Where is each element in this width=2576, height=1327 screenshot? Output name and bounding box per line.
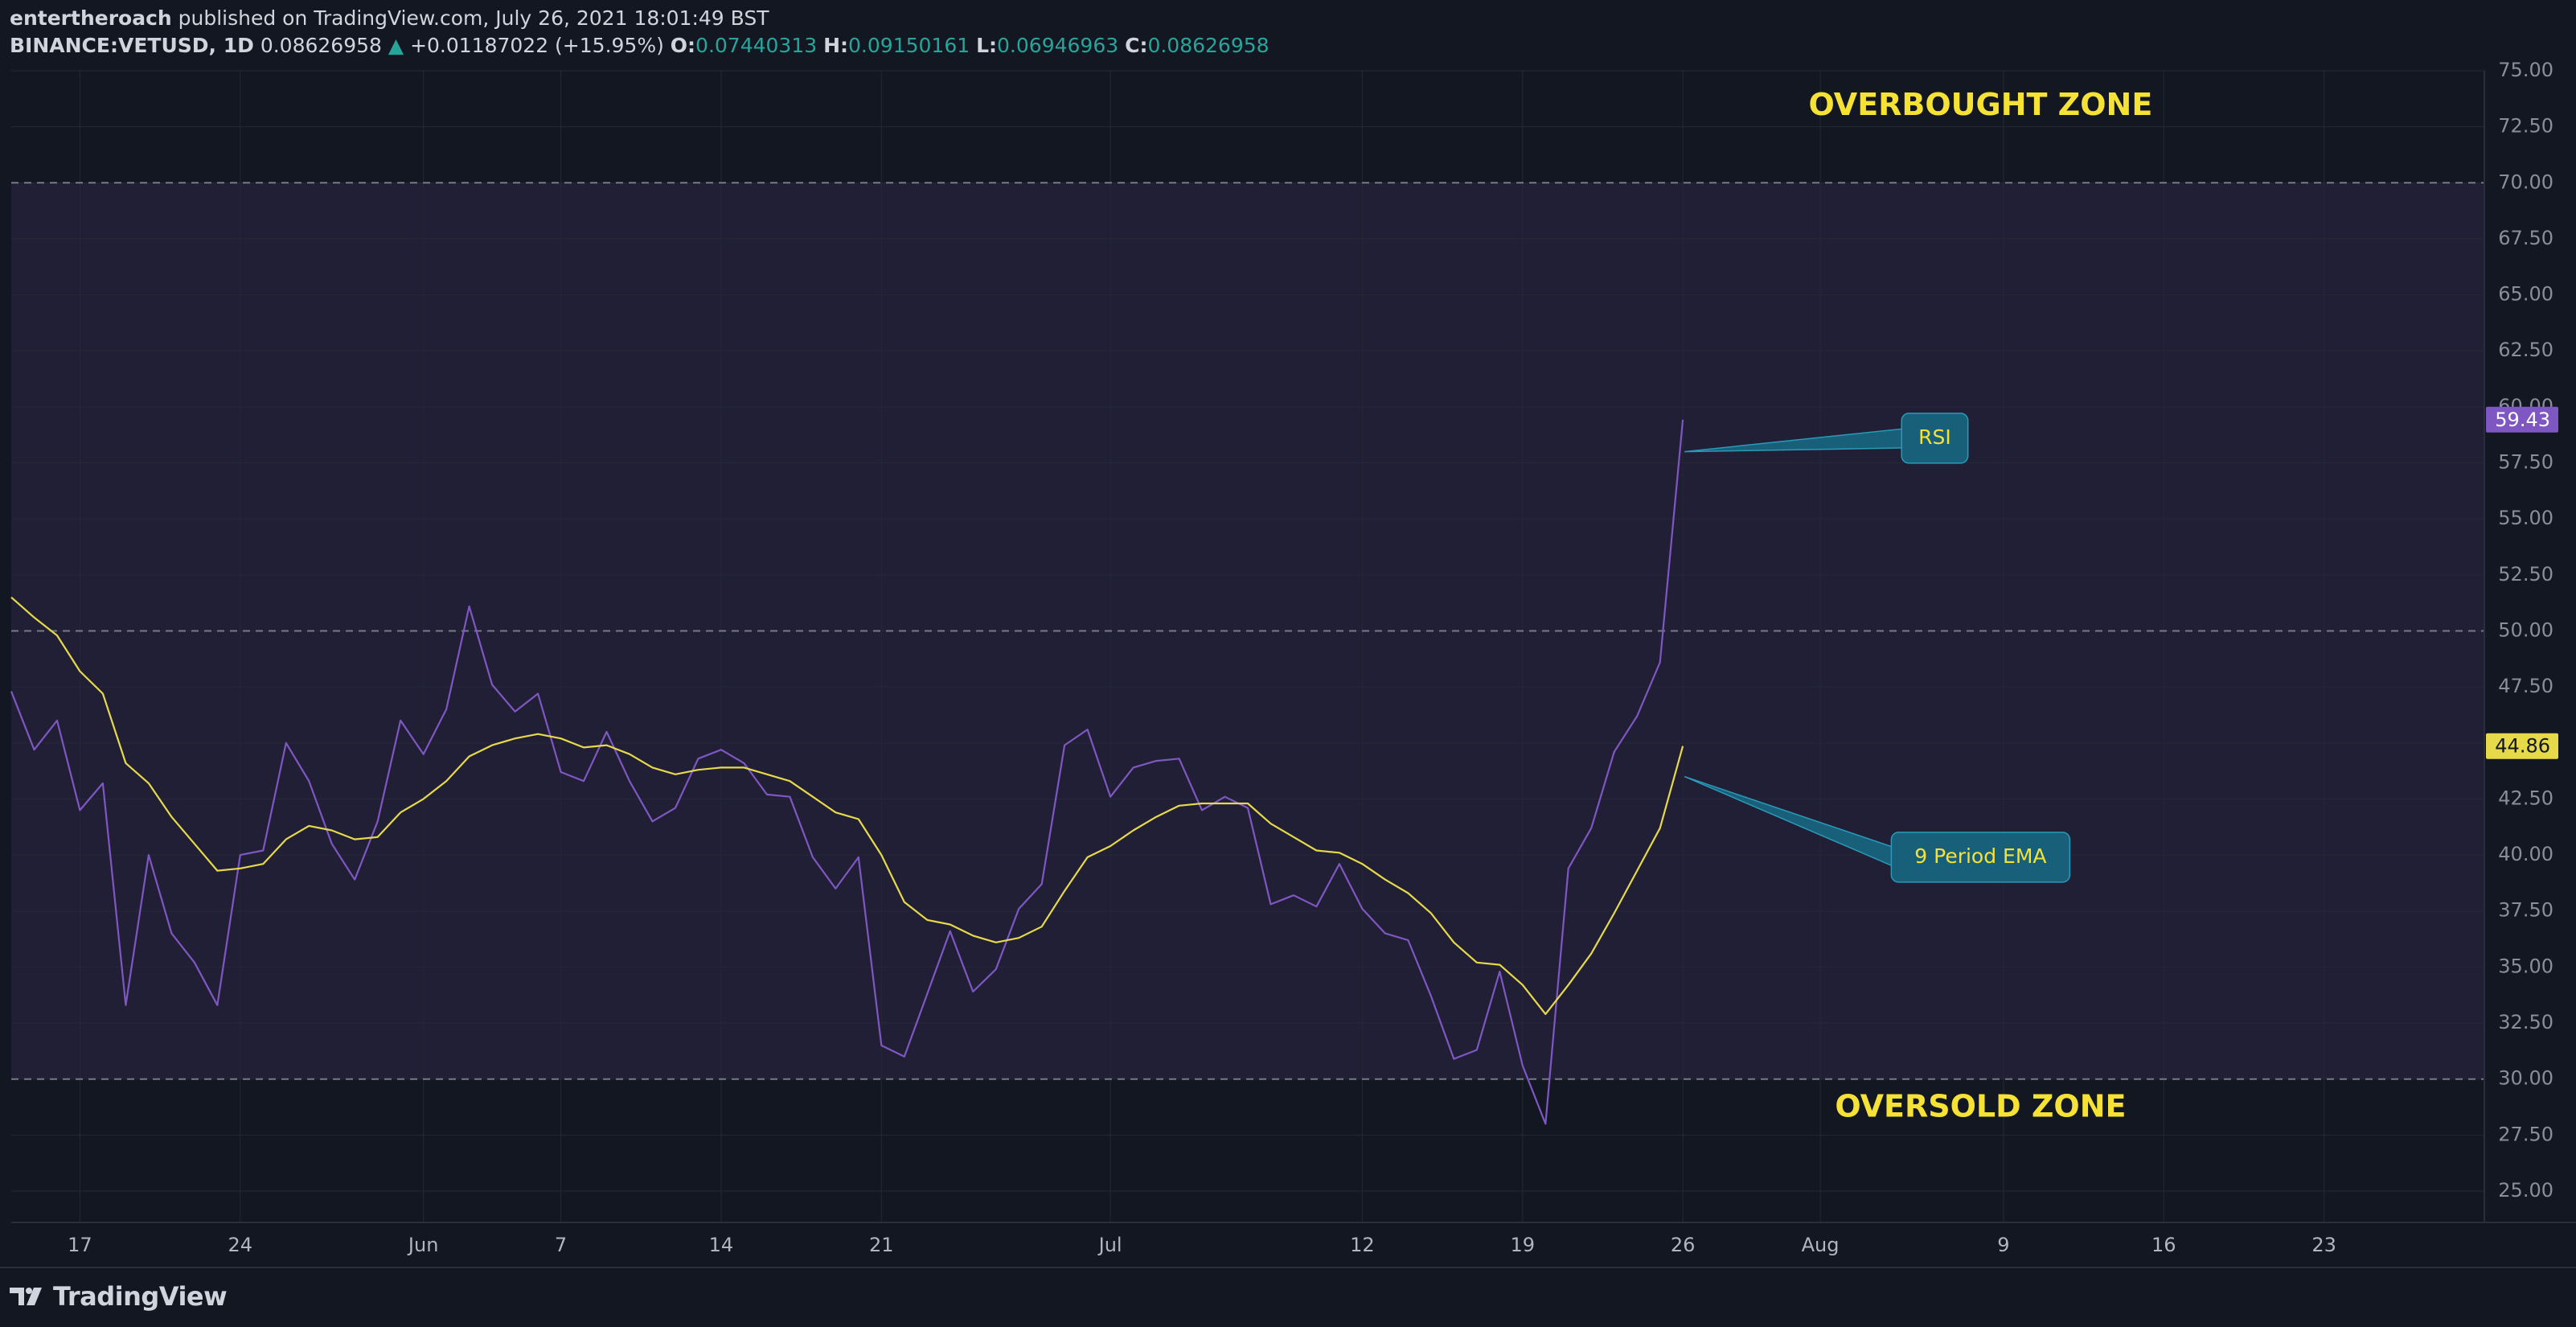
x-tick-label: 21 bbox=[869, 1234, 894, 1256]
y-tick-label: 50.00 bbox=[2498, 618, 2553, 641]
y-tick-label: 32.50 bbox=[2498, 1011, 2553, 1033]
x-tick-label: Jun bbox=[407, 1234, 439, 1256]
x-tick-label: 14 bbox=[709, 1234, 734, 1256]
y-tick-label: 67.50 bbox=[2498, 227, 2553, 249]
x-tick-label: 16 bbox=[2151, 1234, 2176, 1256]
y-tick-label: 35.00 bbox=[2498, 955, 2553, 977]
oversold-zone-label: OVERSOLD ZONE bbox=[1835, 1088, 2126, 1124]
callout-text: 9 Period EMA bbox=[1914, 844, 2046, 868]
y-tick-label: 75.00 bbox=[2498, 59, 2553, 81]
x-tick-label: 24 bbox=[228, 1234, 253, 1256]
y-tick-label: 37.50 bbox=[2498, 899, 2553, 922]
y-tick-label: 70.00 bbox=[2498, 170, 2553, 193]
y-tick-label: 57.50 bbox=[2498, 451, 2553, 474]
y-tick-label: 52.50 bbox=[2498, 563, 2553, 585]
x-tick-label: 26 bbox=[1671, 1234, 1696, 1256]
y-tick-label: 62.50 bbox=[2498, 339, 2553, 361]
x-tick-label: 12 bbox=[1350, 1234, 1375, 1256]
x-tick-label: 9 bbox=[1997, 1234, 2009, 1256]
y-tick-label: 30.00 bbox=[2498, 1067, 2553, 1090]
y-tick-label: 42.50 bbox=[2498, 787, 2553, 809]
x-tick-label: Jul bbox=[1097, 1234, 1122, 1256]
tradingview-logo-icon bbox=[10, 1288, 42, 1305]
x-tick-label: 23 bbox=[2311, 1234, 2336, 1256]
y-tick-label: 47.50 bbox=[2498, 675, 2553, 697]
footer: TradingView bbox=[10, 1279, 228, 1314]
x-tick-label: Aug bbox=[1802, 1234, 1840, 1256]
y-tick-label: 65.00 bbox=[2498, 283, 2553, 306]
badge-value: 59.43 bbox=[2495, 409, 2550, 431]
x-tick-label: 17 bbox=[68, 1234, 92, 1256]
rsi-chart[interactable]: OVERBOUGHT ZONE OVERSOLD ZONE RSI 9 Period … bbox=[0, 0, 2576, 1327]
y-tick-label: 72.50 bbox=[2498, 115, 2553, 138]
callout-text: RSI bbox=[1918, 425, 1951, 449]
y-tick-label: 27.50 bbox=[2498, 1123, 2553, 1145]
rsi-last-value-badge: 59.43 bbox=[2486, 406, 2558, 433]
ema-last-value-badge: 44.86 bbox=[2486, 733, 2558, 759]
y-tick-label: 40.00 bbox=[2498, 843, 2553, 865]
y-tick-label: 25.00 bbox=[2498, 1179, 2553, 1202]
badge-value: 44.86 bbox=[2495, 735, 2550, 758]
tradingview-brand[interactable]: TradingView bbox=[53, 1281, 228, 1312]
overbought-zone-label: OVERBOUGHT ZONE bbox=[1809, 87, 2153, 122]
x-tick-label: 19 bbox=[1511, 1234, 1536, 1256]
y-tick-label: 55.00 bbox=[2498, 507, 2553, 529]
x-tick-label: 7 bbox=[555, 1234, 567, 1256]
